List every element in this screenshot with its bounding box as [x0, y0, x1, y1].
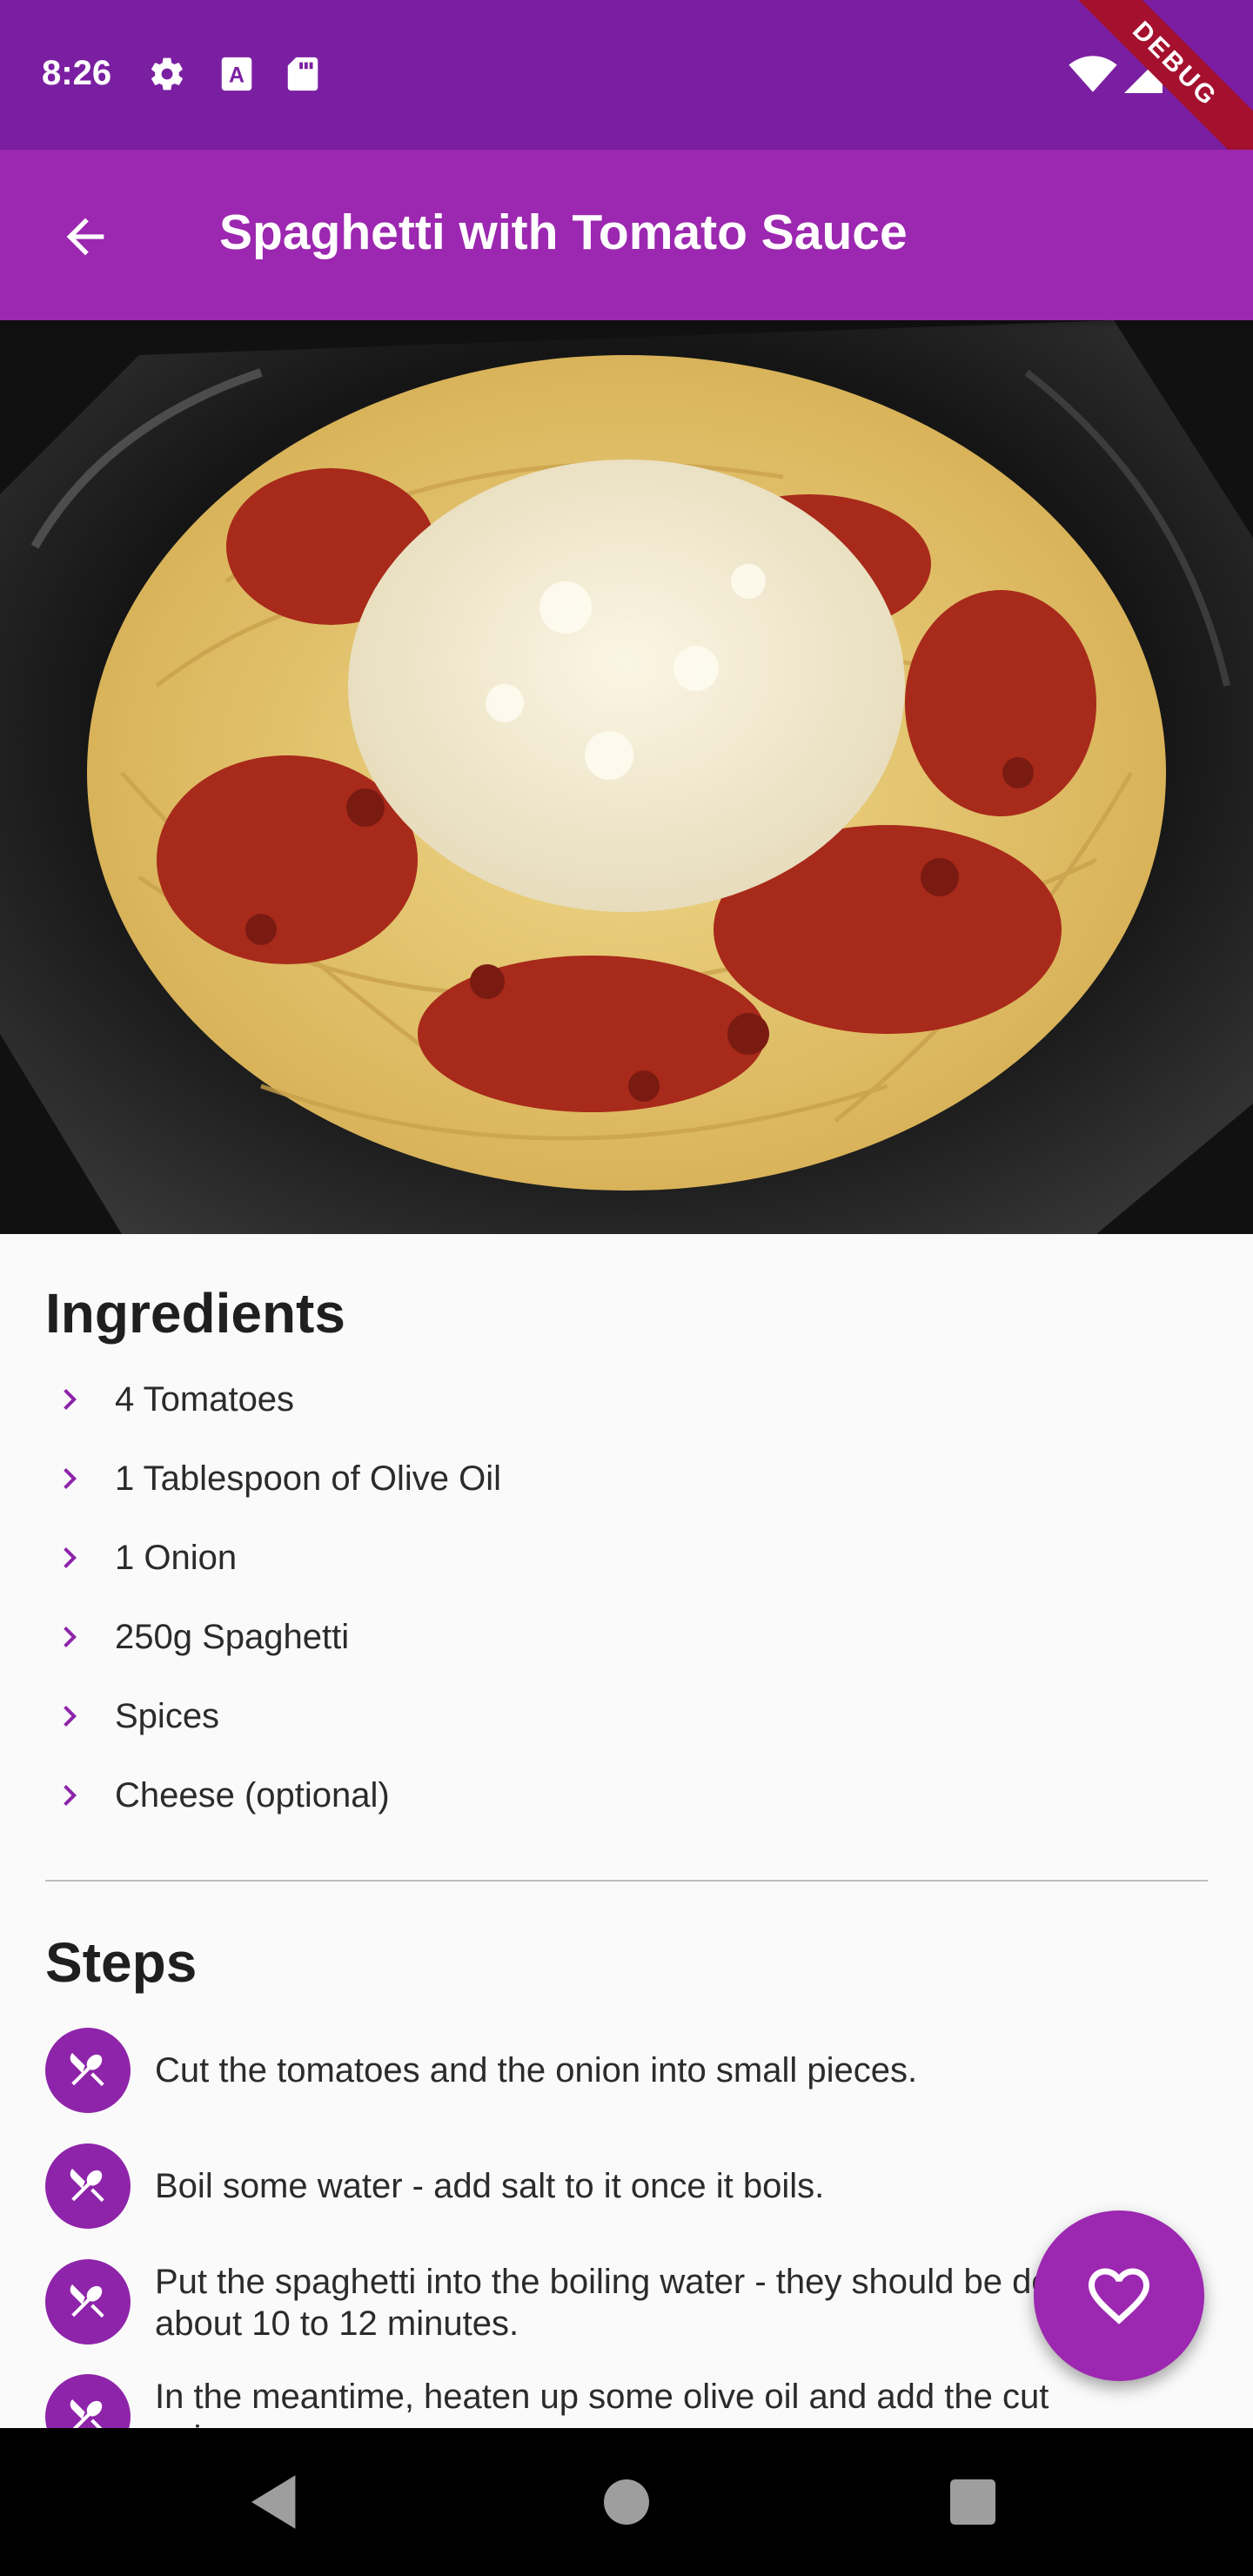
step-avatar [45, 2028, 131, 2113]
chevron-right-icon [64, 1468, 77, 1489]
back-triangle-icon [251, 2475, 296, 2529]
chevron-right-icon [64, 1706, 77, 1727]
chevron-right-icon [64, 1389, 77, 1410]
chevron-right-icon [64, 1785, 77, 1806]
status-time: 8:26 [42, 54, 112, 92]
ingredient-text: 1 Onion [115, 1538, 238, 1577]
back-button[interactable] [49, 200, 122, 273]
step-avatar [45, 2259, 131, 2345]
settings-icon [148, 54, 186, 94]
ingredient-text: Cheese (optional) [115, 1775, 390, 1815]
favorite-border-icon [1089, 2268, 1149, 2324]
arrow-back-icon [66, 218, 104, 256]
ingredient-text: 4 Tomatoes [115, 1379, 295, 1419]
step-item: Boil some water - add salt to it once it… [45, 2143, 1147, 2229]
ingredient-item: 250g Spaghetti [49, 1611, 349, 1663]
ingredient-text: 1 Tablespoon of Olive Oil [115, 1459, 501, 1498]
ingredient-item: 1 Tablespoon of Olive Oil [49, 1452, 501, 1505]
ingredient-item: 1 Onion [49, 1532, 237, 1584]
restaurant-icon [70, 2399, 103, 2428]
system-nav-bar [0, 2428, 1253, 2576]
ingredient-item: Cheese (optional) [49, 1769, 390, 1821]
step-item: In the meantime, heaten up some olive oi… [45, 2374, 1147, 2428]
status-bar: 8:26 A DEBUG [0, 0, 1253, 173]
chevron-right-icon [64, 1627, 77, 1647]
restaurant-icon [70, 2284, 104, 2318]
a-text-icon: A [219, 54, 258, 94]
step-item: Put the spaghetti into the boiling water… [45, 2259, 1147, 2345]
nav-recents-button[interactable] [942, 2472, 1003, 2532]
step-avatar [45, 2374, 131, 2428]
page-title: Spaghetti with Tomato Sauce [219, 205, 908, 260]
wifi-icon [1069, 54, 1117, 94]
section-divider [45, 1880, 1208, 1882]
app-bar: Spaghetti with Tomato Sauce [0, 150, 1253, 320]
nav-home-button[interactable] [596, 2472, 657, 2532]
step-text: Cut the tomatoes and the onion into smal… [155, 2051, 918, 2090]
svg-text:A: A [229, 64, 245, 88]
steps-title: Steps [45, 1931, 198, 1994]
ingredient-item: Spices [49, 1690, 219, 1742]
favorite-button[interactable] [1034, 2210, 1204, 2381]
sd-card-icon [285, 54, 324, 94]
restaurant-icon [70, 2053, 104, 2087]
step-text: Put the spaghetti into the boiling water… [155, 2263, 1127, 2343]
home-circle-icon [604, 2479, 649, 2525]
recents-square-icon [950, 2479, 995, 2525]
ingredients-title: Ingredients [45, 1282, 345, 1345]
step-text: In the meantime, heaten up some olive oi… [155, 2378, 1049, 2428]
nav-back-button[interactable] [245, 2472, 306, 2532]
recipe-hero-image [0, 320, 1253, 1234]
ingredient-item: 4 Tomatoes [49, 1373, 294, 1426]
step-item: Cut the tomatoes and the onion into smal… [45, 2028, 1147, 2113]
ingredient-text: 250g Spaghetti [115, 1617, 350, 1656]
step-text: Boil some water - add salt to it once it… [155, 2167, 825, 2205]
ingredient-text: Spices [115, 1696, 220, 1735]
restaurant-icon [70, 2169, 104, 2203]
chevron-right-icon [64, 1547, 77, 1568]
step-avatar [45, 2143, 131, 2229]
